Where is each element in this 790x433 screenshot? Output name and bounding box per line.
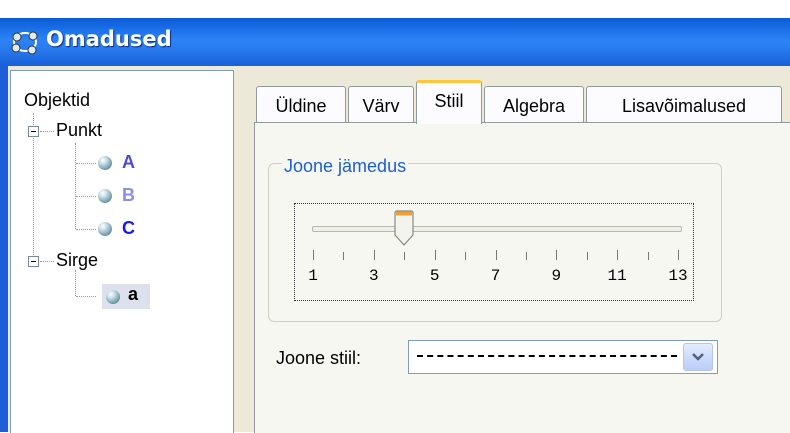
tree-group-punkt[interactable]: Punkt xyxy=(56,120,102,141)
slider-tick xyxy=(434,250,436,260)
slider-tick-label: 1 xyxy=(308,267,318,285)
tree-connector xyxy=(76,229,96,230)
tree-expander-icon[interactable] xyxy=(28,126,39,137)
slider-tick-label: 3 xyxy=(369,267,379,285)
tree-item-B[interactable]: B xyxy=(122,185,135,206)
tab-algebra[interactable]: Algebra xyxy=(484,86,584,122)
tree-item-C[interactable]: C xyxy=(122,218,135,239)
slider-tick-label: 5 xyxy=(429,267,440,285)
slider-tick xyxy=(465,252,467,260)
line-style-select[interactable] xyxy=(408,340,718,374)
tree-connector xyxy=(40,131,54,132)
tree-connector xyxy=(75,143,76,229)
slider-track[interactable] xyxy=(312,226,682,232)
tree-connector xyxy=(40,261,54,262)
slider-tick xyxy=(313,250,314,260)
point-ball-icon xyxy=(106,290,120,304)
tab-color[interactable]: Värv xyxy=(348,86,414,122)
slider-tick xyxy=(495,250,497,260)
title-bar[interactable]: Omadused xyxy=(0,18,790,66)
slider-tick-label: 7 xyxy=(490,267,501,285)
dropdown-arrow-icon[interactable] xyxy=(683,343,713,371)
tree-item-a[interactable]: a xyxy=(128,284,138,305)
slider-thumb[interactable] xyxy=(393,209,415,247)
point-ball-icon xyxy=(98,156,112,170)
slider-tick-label: 11 xyxy=(607,267,627,285)
window-title: Omadused xyxy=(46,27,172,51)
point-ball-icon xyxy=(98,222,112,236)
slider-tick xyxy=(586,252,588,260)
object-tree[interactable] xyxy=(10,70,234,433)
dashed-line-preview xyxy=(417,355,677,357)
slider-tick xyxy=(373,250,375,260)
slider-tick xyxy=(617,250,619,260)
line-thickness-slider[interactable] xyxy=(294,203,694,301)
tree-connector xyxy=(76,163,96,164)
tree-connector xyxy=(75,270,76,296)
line-style-label: Joone stiil: xyxy=(276,348,362,368)
tree-group-sirge[interactable]: Sirge xyxy=(56,250,98,271)
slider-tick xyxy=(556,250,558,260)
line-thickness-label: Joone jämedus xyxy=(282,156,409,177)
window-app-icon[interactable] xyxy=(10,27,40,57)
tab-advanced[interactable]: Lisavõimalused xyxy=(586,86,782,122)
slider-tick xyxy=(525,252,527,260)
slider-tick xyxy=(678,250,679,260)
tree-expander-icon[interactable] xyxy=(28,256,39,267)
point-ball-icon xyxy=(98,189,112,203)
tree-root-label[interactable]: Objektid xyxy=(24,90,90,111)
slider-tick-label: 9 xyxy=(551,267,562,285)
slider-tick xyxy=(343,252,345,260)
tab-general[interactable]: Üldine xyxy=(256,86,346,122)
slider-tick xyxy=(647,252,649,260)
slider-tick xyxy=(404,252,406,260)
tree-connector xyxy=(76,196,96,197)
tree-connector xyxy=(76,296,96,297)
tab-style[interactable]: Stiil xyxy=(416,80,482,124)
window-border xyxy=(0,66,8,432)
tree-item-A[interactable]: A xyxy=(122,152,135,173)
slider-tick-label: 13 xyxy=(668,267,688,285)
